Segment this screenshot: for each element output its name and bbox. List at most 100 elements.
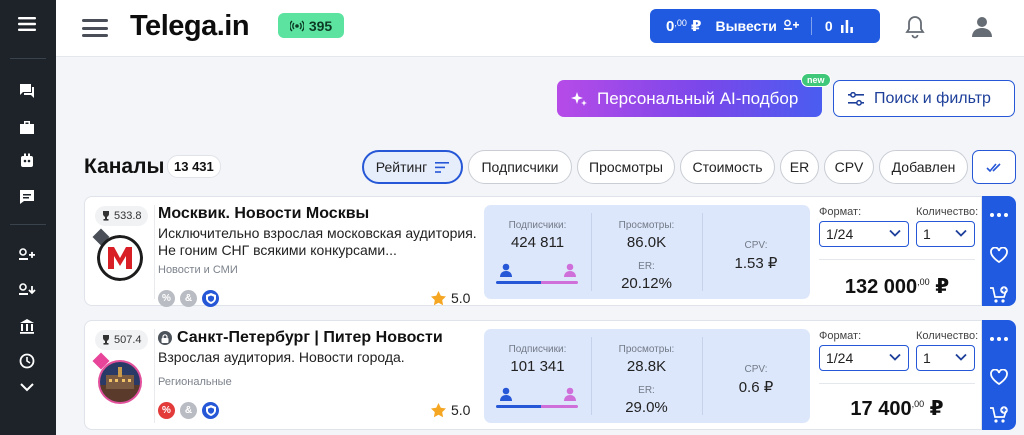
channel-price: 132 000,00 ₽ [844,276,950,298]
user-icon[interactable] [970,14,994,38]
balance[interactable]: 0,00 ₽ [666,17,701,35]
star-icon [431,290,446,305]
rating-badge: 507.4 [95,330,148,350]
price-divider [819,383,975,384]
channel-stats: Подписчики: 101 341 Просмотры: 28.8K ER:… [484,329,810,423]
format-select[interactable]: 1/24 [819,221,909,247]
card-divider [154,205,155,299]
select-all-button[interactable] [972,150,1016,184]
stats-divider [702,213,703,291]
heart-icon[interactable] [989,367,1009,387]
menu-icon[interactable] [16,13,38,35]
heart-icon[interactable] [989,245,1009,265]
cpv-value: 0.6 ₽ [738,379,774,396]
sort-subscribers[interactable]: Подписчики [468,150,572,184]
stats-divider [702,337,703,415]
briefcase-icon[interactable] [16,116,38,138]
chevron-down-icon [955,229,967,237]
money-add-icon[interactable] [16,244,38,266]
channel-badges: % & [158,290,219,307]
quantity-select[interactable]: 1 [916,345,975,371]
subscribers-value: 424 811 [510,234,565,251]
wallet-bar: 0,00 ₽ Вывести 0 [650,9,880,43]
channel-name[interactable]: Санкт-Петербург | Питер Новости [158,329,443,347]
subscribers-value: 101 341 [510,358,565,375]
price-divider [819,259,975,260]
channel-category: Новости и СМИ [158,264,238,276]
live-counter-badge[interactable]: 395 [278,13,344,38]
message-icon[interactable] [16,186,38,208]
rail-divider [10,224,46,225]
new-badge: new [801,73,831,87]
channel-avatar[interactable] [97,235,143,281]
quantity-select[interactable]: 1 [916,221,975,247]
stats-button[interactable]: 0 [825,18,853,34]
sort-views[interactable]: Просмотры [577,150,675,184]
channels-count: 13 431 [167,155,221,178]
format-label: Формат: [819,206,862,218]
money-withdraw-icon[interactable] [16,279,38,301]
star-icon [431,402,446,417]
money-add-icon [783,19,799,30]
bank-icon[interactable] [16,315,38,337]
chat-icon[interactable] [16,80,38,102]
gender-bar [496,281,578,284]
handshake-icon: & [180,402,197,419]
cart-add-icon[interactable] [989,285,1009,305]
sort-er[interactable]: ER [780,150,819,184]
chevron-down-icon[interactable] [16,376,38,398]
quantity-label: Количество: [916,206,979,218]
channel-score: 5.0 [431,402,470,418]
sort-cpv[interactable]: CPV [824,150,874,184]
percent-icon: % [158,402,175,419]
chevron-down-icon [955,353,967,361]
er-label: ER: [638,385,655,396]
format-select[interactable]: 1/24 [819,345,909,371]
broadcast-icon [289,20,304,31]
channel-score: 5.0 [431,290,470,306]
rating-badge: 533.8 [95,206,148,226]
channel-card[interactable]: 533.8 Москвик. Новости Москвы Исключител… [84,196,982,307]
channel-category: Региональные [158,376,232,388]
left-rail [0,0,56,435]
more-icon[interactable] [989,205,1009,225]
format-label: Формат: [819,330,862,342]
er-value: 29.0% [625,399,668,416]
percent-icon: % [158,290,175,307]
chevron-down-icon [889,229,901,237]
more-icon[interactable] [989,329,1009,349]
ai-selection-button[interactable]: Персональный AI-подбор [557,80,822,117]
channel-card[interactable]: 507.4 Санкт-Петербург | Питер Новости Вз… [84,320,982,430]
channel-name[interactable]: Москвик. Новости Москвы [158,205,369,223]
cpv-value: 1.53 ₽ [734,255,778,272]
channel-price: 17 400,00 ₽ [850,398,944,420]
cpv-label: CPV: [744,364,768,375]
female-icon [564,263,576,277]
hamburger-icon[interactable] [82,17,108,39]
gender-bar [496,405,578,408]
channel-avatar[interactable] [97,359,143,405]
sort-added[interactable]: Добавлен [879,150,968,184]
views-label: Просмотры: [618,220,675,231]
views-value: 86.0K [626,234,667,251]
filter-sliders-icon [848,91,864,106]
channels-title: Каналы [84,155,165,178]
subscribers-label: Подписчики: [508,344,567,355]
history-icon[interactable] [16,350,38,372]
sort-lines-icon [435,161,450,173]
lock-icon [158,331,172,345]
withdraw-button[interactable]: Вывести [715,18,799,34]
cpv-label: CPV: [744,240,768,251]
male-icon [500,263,512,277]
bell-icon[interactable] [904,15,926,39]
cart-add-icon[interactable] [989,405,1009,425]
search-filter-button[interactable]: Поиск и фильтр [833,80,1015,117]
bot-icon[interactable] [16,150,38,172]
views-label: Просмотры: [618,344,675,355]
rail-divider [10,58,46,59]
logo[interactable]: Telega.in [130,10,250,43]
live-count: 395 [308,17,333,34]
sort-rating[interactable]: Рейтинг [362,150,463,184]
male-icon [500,387,512,401]
sort-cost[interactable]: Стоимость [680,150,775,184]
